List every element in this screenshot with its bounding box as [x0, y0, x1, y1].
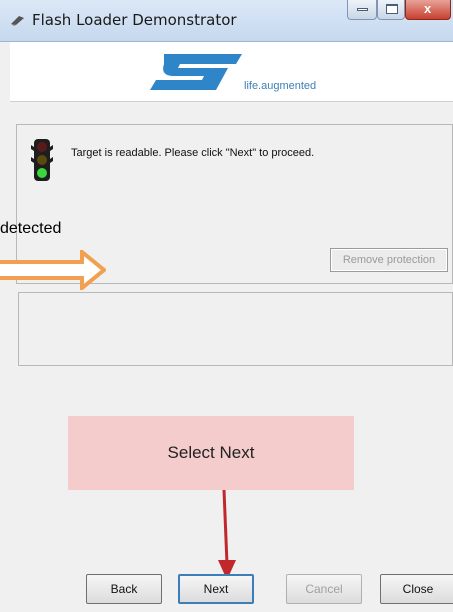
remove-protection-button[interactable]: Remove protection	[330, 248, 448, 272]
minimize-icon	[357, 8, 368, 11]
close-icon: x	[424, 1, 432, 16]
maximize-button[interactable]	[377, 0, 405, 20]
traffic-light-green-icon	[31, 139, 53, 181]
red-arrow-icon	[218, 490, 236, 580]
logo-banner: life.augmented	[10, 42, 453, 102]
close-button[interactable]: Close	[380, 574, 453, 604]
title-bar[interactable]: Flash Loader Demonstrator x	[0, 0, 453, 42]
window-title: Flash Loader Demonstrator	[32, 11, 237, 29]
st-logo	[150, 54, 242, 90]
brand-tagline: life.augmented	[244, 80, 317, 92]
select-next-callout: Select Next	[68, 416, 354, 490]
orange-arrow-icon	[0, 250, 106, 290]
maximize-icon	[386, 4, 398, 14]
back-button[interactable]: Back	[86, 574, 162, 604]
detected-annotation-label: detected	[0, 220, 62, 237]
close-window-button[interactable]: x	[405, 0, 451, 20]
status-message: Target is readable. Please click "Next" …	[71, 147, 315, 159]
flash-loader-window: Flash Loader Demonstrator x life.augment…	[0, 0, 453, 612]
next-button[interactable]: Next	[178, 574, 254, 604]
cancel-button[interactable]: Cancel	[286, 574, 362, 604]
minimize-button[interactable]	[347, 0, 377, 20]
info-group-box	[18, 292, 453, 366]
app-icon	[11, 16, 24, 26]
